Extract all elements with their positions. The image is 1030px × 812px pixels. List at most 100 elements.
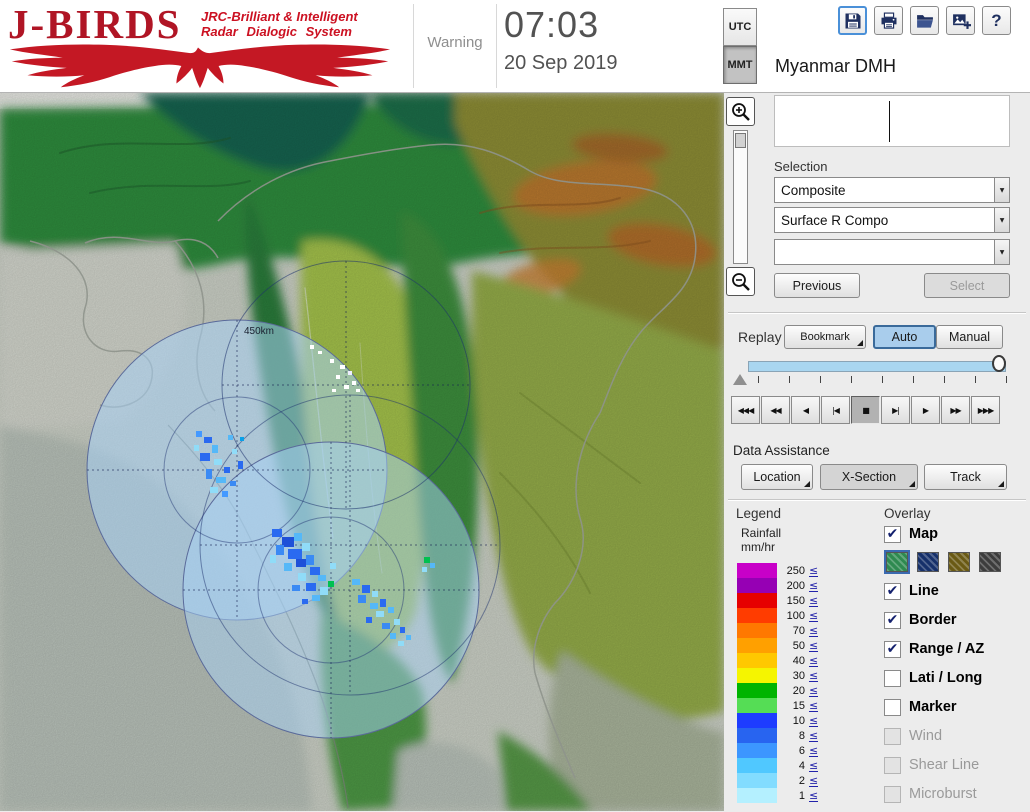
overlay-item-map[interactable]: ✔ Map [884, 523, 1030, 545]
threshold-link[interactable]: ≤ [809, 685, 819, 697]
bookmark-button[interactable]: Bookmark [784, 325, 866, 349]
reverse-play-button[interactable]: ◀ [791, 396, 820, 424]
threshold-link[interactable]: ≤ [809, 745, 819, 757]
zoom-in-button[interactable] [726, 97, 755, 126]
chevron-down-icon[interactable]: ▼ [994, 178, 1009, 202]
legend-unit-line2: mm/hr [741, 540, 775, 554]
mmt-button[interactable]: MMT [723, 46, 757, 84]
print-button[interactable] [874, 6, 903, 35]
shear-line-checkbox [884, 756, 901, 774]
step-forward-button[interactable]: ▶| [881, 396, 910, 424]
range-az-checkbox[interactable]: ✔ [884, 640, 901, 658]
legend-row: 30 ≤ [737, 668, 819, 683]
eagle-logo-icon [9, 44, 391, 89]
magnifier-minus-icon [731, 272, 750, 291]
fast-rewind-button[interactable]: ◀◀◀ [731, 396, 760, 424]
overlay-item-line[interactable]: ✔ Line [884, 580, 1030, 602]
threshold-link[interactable]: ≤ [809, 610, 819, 622]
timeline-handle[interactable] [992, 355, 1006, 372]
threshold-link[interactable]: ≤ [809, 760, 819, 772]
overlay-item-marker[interactable]: Marker [884, 696, 1030, 718]
threshold-link[interactable]: ≤ [809, 775, 819, 787]
threshold-link[interactable]: ≤ [809, 790, 819, 802]
overlay-item-range-az[interactable]: ✔ Range / AZ [884, 638, 1030, 660]
threshold-link[interactable]: ≤ [809, 595, 819, 607]
map-style-terrain-navy[interactable] [917, 552, 939, 572]
add-image-button[interactable] [946, 6, 975, 35]
play-button[interactable]: ▶ [911, 396, 940, 424]
threshold-link[interactable]: ≤ [809, 580, 819, 592]
product-dropdown[interactable]: Surface R Compo ▼ [774, 207, 1010, 233]
threshold-link[interactable]: ≤ [809, 655, 819, 667]
image-plus-icon [952, 13, 971, 29]
station-info-box[interactable] [774, 95, 1010, 147]
divider [728, 312, 1026, 314]
border-checkbox[interactable]: ✔ [884, 611, 901, 629]
overlay-item-shear-line: Shear Line [884, 754, 1030, 776]
threshold-link[interactable]: ≤ [809, 565, 819, 577]
rewind-button[interactable]: ◀◀ [761, 396, 790, 424]
legend-color-swatch [737, 683, 777, 698]
extra-dropdown-value [775, 240, 994, 264]
check-icon: ✔ [886, 526, 899, 542]
legend-color-swatch [737, 578, 777, 593]
legend-row: 8 ≤ [737, 728, 819, 743]
replay-timeline[interactable] [748, 361, 1006, 372]
legend-color-swatch [737, 698, 777, 713]
radar-map[interactable]: 450km [0, 93, 724, 811]
zoom-slider[interactable] [733, 130, 748, 264]
threshold-link[interactable]: ≤ [809, 730, 819, 742]
logo-title: J-BIRDS [8, 1, 182, 47]
threshold-link[interactable]: ≤ [809, 625, 819, 637]
legend-label: Legend [736, 506, 782, 521]
select-button[interactable]: Select [924, 273, 1010, 298]
extra-dropdown[interactable]: ▼ [774, 239, 1010, 265]
legend-color-swatch [737, 623, 777, 638]
forward-button[interactable]: ▶▶ [941, 396, 970, 424]
replay-label: Replay [738, 329, 782, 345]
category-dropdown[interactable]: Composite ▼ [774, 177, 1010, 203]
threshold-link[interactable]: ≤ [809, 715, 819, 727]
line-checkbox[interactable]: ✔ [884, 582, 901, 600]
legend-row: 6 ≤ [737, 743, 819, 758]
timeline-start-marker[interactable] [733, 374, 747, 385]
zoom-out-button[interactable] [726, 267, 755, 296]
toolbar: ? [838, 6, 1011, 35]
save-button[interactable] [838, 6, 867, 35]
chevron-down-icon[interactable]: ▼ [994, 240, 1009, 264]
threshold-link[interactable]: ≤ [809, 670, 819, 682]
text-cursor [889, 101, 890, 142]
step-back-button[interactable]: |◀ [821, 396, 850, 424]
playback-controls: ◀◀◀ ◀◀ ◀ |◀ ■ ▶| ▶ ▶▶ ▶▶▶ [731, 396, 1000, 424]
overlay-item-lati-long[interactable]: Lati / Long [884, 667, 1030, 689]
map-style-terrain-gray[interactable] [979, 552, 1001, 572]
threshold-link[interactable]: ≤ [809, 700, 819, 712]
fast-forward-button[interactable]: ▶▶▶ [971, 396, 1000, 424]
lati-long-checkbox[interactable] [884, 669, 901, 687]
map-style-terrain-olive[interactable] [948, 552, 970, 572]
utc-button[interactable]: UTC [723, 8, 757, 46]
xsection-button[interactable]: X-Section [820, 464, 918, 490]
previous-button[interactable]: Previous [774, 273, 860, 298]
threshold-link[interactable]: ≤ [809, 640, 819, 652]
logo-subtitle-line2: Radar Dialogic System [201, 24, 352, 39]
legend-unit: Rainfall mm/hr [741, 526, 781, 554]
help-button[interactable]: ? [982, 6, 1011, 35]
location-button[interactable]: Location [741, 464, 813, 490]
open-folder-button[interactable] [910, 6, 939, 35]
map-checkbox[interactable]: ✔ [884, 525, 901, 543]
chevron-down-icon[interactable]: ▼ [994, 208, 1009, 232]
zoom-slider-thumb[interactable] [735, 133, 746, 148]
map-style-terrain-green[interactable] [884, 550, 910, 574]
warning-label: Warning [427, 34, 483, 51]
microburst-checkbox [884, 785, 901, 803]
legend-unit-line1: Rainfall [741, 526, 782, 540]
stop-button[interactable]: ■ [851, 396, 880, 424]
track-button[interactable]: Track [924, 464, 1007, 490]
marker-checkbox[interactable] [884, 698, 901, 716]
check-icon: ✔ [886, 583, 899, 599]
manual-mode-button[interactable]: Manual [936, 325, 1003, 349]
selection-label: Selection [774, 159, 828, 174]
overlay-item-border[interactable]: ✔ Border [884, 609, 1030, 631]
auto-mode-button[interactable]: Auto [873, 325, 936, 349]
